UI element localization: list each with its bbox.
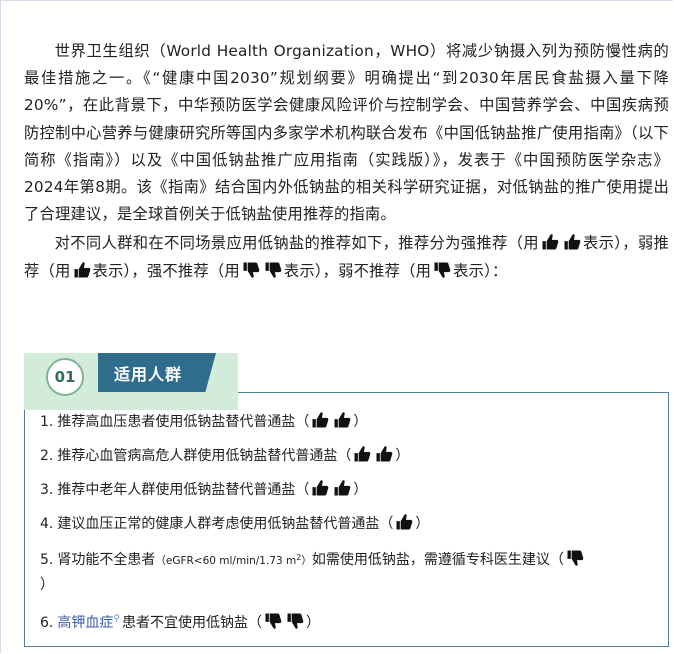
intro-text: 世界卫生组织（World Health Organization，WHO）将减少… (24, 38, 669, 285)
item-text: 推荐高血压患者使用低钠盐替代普通盐（ (57, 414, 310, 430)
item-text: 推荐心血管病高危人群使用低钠盐替代普通盐（ (57, 448, 352, 464)
list-item: 2. 推荐心血管病高危人群使用低钠盐替代普通盐（ ） (40, 444, 660, 468)
egfr-close: ） (301, 555, 312, 567)
thumb-down-icon (263, 611, 283, 631)
item-close: ） (395, 448, 410, 464)
thumb-up-icon (562, 232, 582, 252)
thumb-up-icon (332, 478, 352, 498)
item-text: 推荐中老年人群使用低钠盐替代普通盐（ (57, 482, 310, 498)
egfr-note: （eGFR<60 ml/min/1.73 m2） (155, 553, 312, 567)
item-close: ） (415, 516, 430, 532)
thumb-up-icon (332, 410, 352, 430)
thumb-up-icon (72, 260, 92, 280)
item-number: 2. (40, 448, 54, 464)
list-item: 5. 肾功能不全患者（eGFR<60 ml/min/1.73 m2）如需使用低钠盐… (40, 546, 660, 597)
item-number: 4. (40, 516, 54, 532)
item-number: 3. (40, 482, 54, 498)
section-title: 适用人群 (98, 353, 216, 392)
item-number: 1. (40, 414, 54, 430)
section-number-badge: 01 (46, 358, 84, 396)
section-header: 01 适用人群 (24, 353, 238, 410)
item-close: ） (305, 615, 320, 631)
item-text: 患者不宜使用低钠盐（ (121, 615, 262, 631)
thumb-up-icon (394, 512, 414, 532)
intro-paragraph-2: 对不同人群和在不同场景应用低钠盐的推荐如下，推荐分为强推荐（用 表示），弱推荐（用… (24, 230, 669, 284)
item-text: 肾功能不全患者 (57, 552, 156, 568)
list-item: 6. 高钾血症⚲ 患者不宜使用低钠盐（ ） (40, 607, 660, 635)
item-number: 5. (40, 552, 54, 568)
item-close: ） (40, 577, 54, 593)
thumb-down-icon (263, 260, 283, 280)
hyperkalemia-link[interactable]: 高钾血症 (57, 615, 113, 631)
list-item: 4. 建议血压正常的健康人群考虑使用低钠盐替代普通盐（ ） (40, 512, 660, 536)
list-item: 3. 推荐中老年人群使用低钠盐替代普通盐（ ） (40, 478, 660, 502)
egfr-text: （eGFR<60 ml/min/1.73 m (155, 555, 297, 567)
intro-p2-part-e: 表示）： (453, 261, 508, 280)
intro-p2-part-d: 表示），弱不推荐（用 (283, 261, 432, 280)
intro-paragraph-1: 世界卫生组织（World Health Organization，WHO）将减少… (24, 42, 669, 224)
thumb-up-icon (352, 444, 372, 464)
thumb-up-icon (540, 232, 560, 252)
item-number: 6. (40, 615, 54, 631)
thumb-up-icon (310, 410, 330, 430)
thumb-down-icon (285, 611, 305, 631)
item-close: ） (353, 482, 368, 498)
thumb-down-icon (565, 548, 585, 568)
item-close: ） (353, 414, 368, 430)
thumb-up-icon (374, 444, 394, 464)
item-text-2: 如需使用低钠盐，需遵循专科医生建议（ (311, 552, 564, 568)
recommendation-list: 1. 推荐高血压患者使用低钠盐替代普通盐（ ） 2. 推荐心血管病高危人群使用低钠盐替… (40, 410, 660, 645)
list-item: 1. 推荐高血压患者使用低钠盐替代普通盐（ ） (40, 410, 660, 434)
thumb-up-icon (310, 478, 330, 498)
intro-p2-part-a: 对不同人群和在不同场景应用低钠盐的推荐如下，推荐分为强推荐（用 (54, 234, 539, 253)
thumb-down-icon (241, 260, 261, 280)
intro-p2-part-c: 表示），强不推荐（用 (92, 261, 240, 280)
thumb-down-icon (432, 260, 452, 280)
search-icon[interactable]: ⚲ (113, 614, 120, 624)
item-text: 建议血压正常的健康人群考虑使用低钠盐替代普通盐（ (57, 516, 394, 532)
